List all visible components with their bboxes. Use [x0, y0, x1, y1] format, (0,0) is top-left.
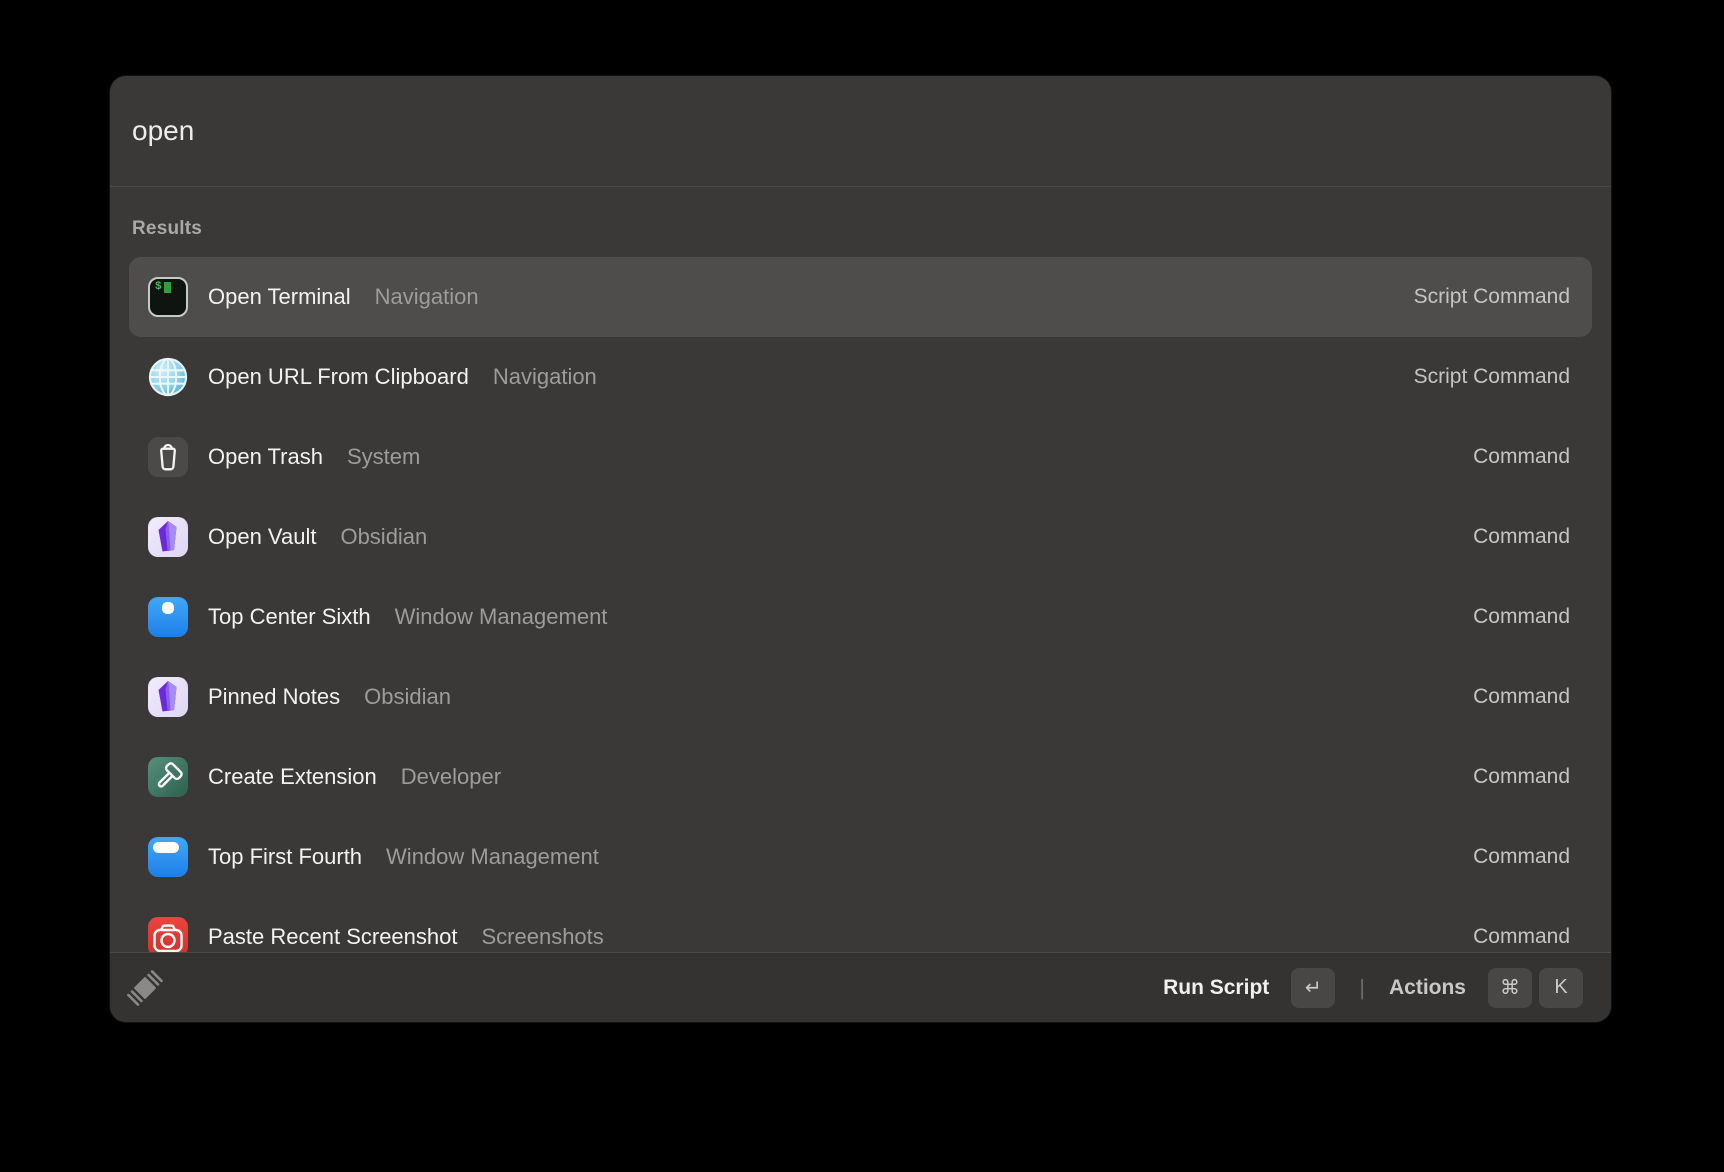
result-subtitle: Navigation: [375, 284, 479, 310]
result-row[interactable]: $ Open Terminal Navigation Script Comman…: [129, 257, 1592, 337]
globe-icon: [148, 357, 188, 397]
actions-button[interactable]: Actions ⌘ K: [1389, 968, 1583, 1008]
results-list: $ Open Terminal Navigation Script Comman…: [129, 257, 1592, 952]
script-command-icon: [125, 966, 165, 1010]
result-subtitle: System: [347, 444, 420, 470]
result-title: Pinned Notes: [208, 684, 340, 710]
result-title: Open Vault: [208, 524, 316, 550]
result-subtitle: Screenshots: [481, 924, 603, 950]
result-subtitle: Obsidian: [340, 524, 427, 550]
obsidian-gem-icon: [148, 517, 188, 557]
result-type-badge: Command: [1473, 445, 1570, 469]
window-top-center-sixth-icon: [148, 597, 188, 637]
result-row[interactable]: Top First Fourth Window Management Comma…: [129, 817, 1592, 897]
k-key-icon: K: [1539, 968, 1583, 1008]
footer-actions: Run Script ↵ | Actions ⌘ K: [1163, 968, 1583, 1008]
window-top-first-fourth-icon: [148, 837, 188, 877]
command-key-icon: ⌘: [1488, 968, 1532, 1008]
trash-icon: [148, 437, 188, 477]
result-type-badge: Command: [1473, 925, 1570, 949]
result-row[interactable]: Create Extension Developer Command: [129, 737, 1592, 817]
result-row[interactable]: Open Trash System Command: [129, 417, 1592, 497]
result-row[interactable]: Top Center Sixth Window Management Comma…: [129, 577, 1592, 657]
result-title: Top First Fourth: [208, 844, 362, 870]
results-section-header: Results: [129, 217, 1592, 241]
terminal-icon: $: [148, 277, 188, 317]
return-key-icon: ↵: [1291, 968, 1335, 1008]
result-subtitle: Obsidian: [364, 684, 451, 710]
launcher-window: Results $ Open Terminal Navigation Scrip…: [110, 76, 1611, 1022]
results-area: Results $ Open Terminal Navigation Scrip…: [110, 187, 1611, 952]
result-title: Open URL From Clipboard: [208, 364, 469, 390]
result-title: Open Trash: [208, 444, 323, 470]
result-type-badge: Command: [1473, 525, 1570, 549]
result-title: Create Extension: [208, 764, 377, 790]
result-type-badge: Command: [1473, 685, 1570, 709]
result-row[interactable]: Open Vault Obsidian Command: [129, 497, 1592, 577]
search-input[interactable]: [132, 115, 1573, 147]
run-script-label: Run Script: [1163, 976, 1269, 1000]
result-title: Top Center Sixth: [208, 604, 371, 630]
obsidian-gem-icon: [148, 677, 188, 717]
run-script-button[interactable]: Run Script ↵: [1163, 968, 1335, 1008]
result-row[interactable]: Pinned Notes Obsidian Command: [129, 657, 1592, 737]
footer-divider: |: [1359, 975, 1365, 1001]
result-type-badge: Command: [1473, 765, 1570, 789]
camera-icon: [148, 917, 188, 952]
actions-label: Actions: [1389, 976, 1466, 1000]
result-type-badge: Command: [1473, 845, 1570, 869]
result-title: Open Terminal: [208, 284, 351, 310]
result-type-badge: Command: [1473, 605, 1570, 629]
result-subtitle: Navigation: [493, 364, 597, 390]
result-subtitle: Window Management: [395, 604, 608, 630]
result-title: Paste Recent Screenshot: [208, 924, 457, 950]
result-row[interactable]: Paste Recent Screenshot Screenshots Comm…: [129, 897, 1592, 952]
hammer-icon: [148, 757, 188, 797]
result-row[interactable]: Open URL From Clipboard Navigation Scrip…: [129, 337, 1592, 417]
result-subtitle: Developer: [401, 764, 501, 790]
result-type-badge: Script Command: [1414, 285, 1570, 309]
result-subtitle: Window Management: [386, 844, 599, 870]
search-bar: [110, 76, 1611, 187]
result-type-badge: Script Command: [1414, 365, 1570, 389]
footer: Run Script ↵ | Actions ⌘ K: [110, 952, 1611, 1022]
